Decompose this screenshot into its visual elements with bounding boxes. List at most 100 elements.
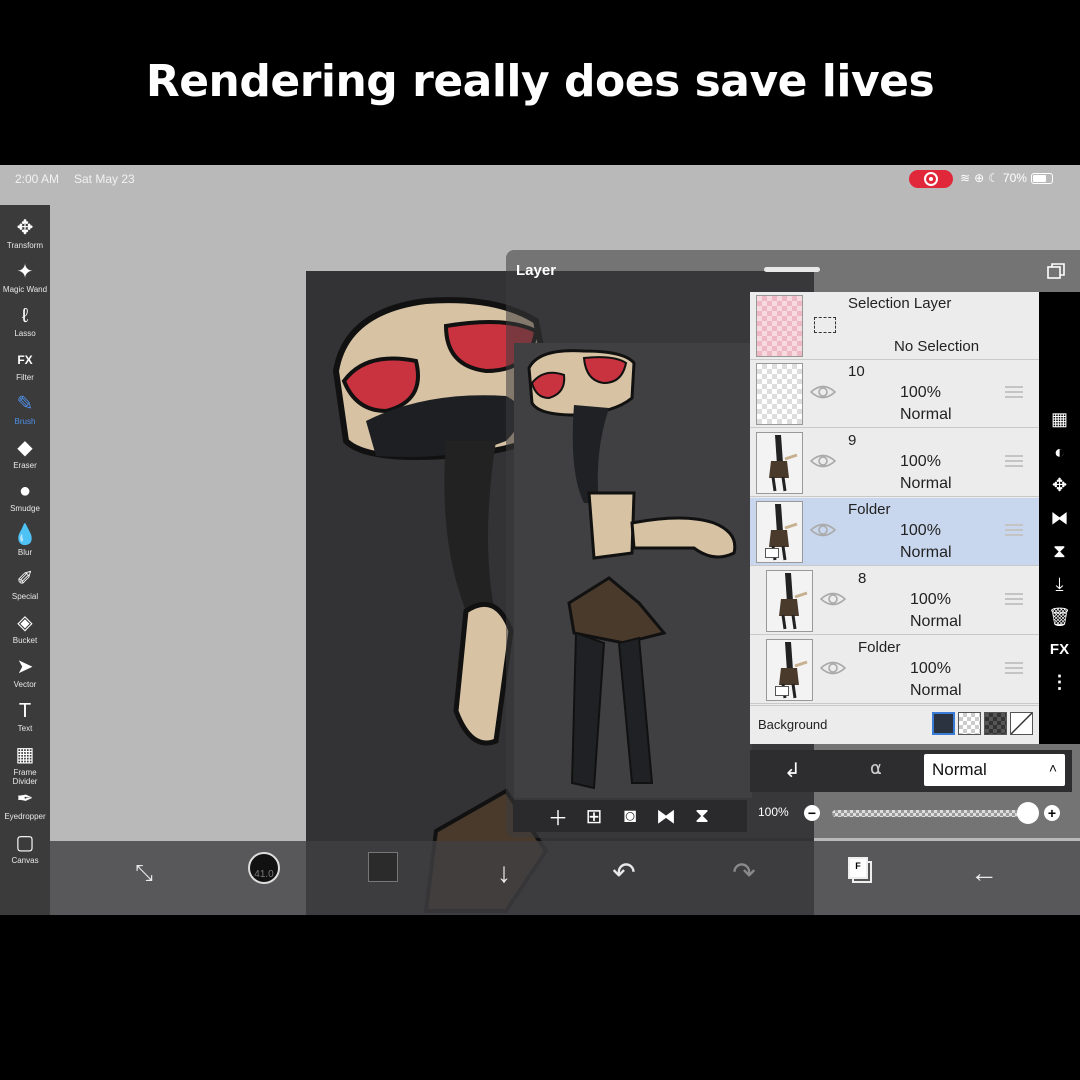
tool-special[interactable]: ✐ Special <box>0 566 50 610</box>
eye-icon[interactable] <box>820 660 846 676</box>
screen-record-indicator[interactable] <box>909 170 953 188</box>
record-icon <box>924 172 938 186</box>
color-picker-button[interactable] <box>368 852 398 882</box>
tool-label: Vector <box>13 680 37 689</box>
drag-handle-icon[interactable] <box>1005 593 1023 607</box>
layer-opacity: 100% <box>900 522 941 539</box>
tool-transform[interactable]: ✥ Transform <box>0 215 50 259</box>
tool-eyedropper[interactable]: ✒ Eyedropper <box>0 786 50 830</box>
quick-actions-icon[interactable]: ⤡ <box>124 853 164 893</box>
filter-icon: FX <box>17 352 33 367</box>
opacity-label: 100% <box>758 805 789 819</box>
tool-smudge[interactable]: ● Smudge <box>0 478 50 522</box>
tool-magic-wand[interactable]: ✦ Magic Wand <box>0 259 50 303</box>
brush-size-button[interactable]: 41.0 <box>248 852 280 884</box>
opacity-slider[interactable] <box>832 810 1028 817</box>
bucket-icon: ◈ <box>17 612 33 635</box>
drag-handle-icon[interactable] <box>1005 662 1023 676</box>
trash-icon[interactable]: 🗑 <box>1039 607 1080 628</box>
down-arrow-icon[interactable]: ↓ <box>484 853 524 893</box>
preview-toolbar: ＋ ⊞ ◙ ⧓ ⧗ <box>513 800 747 832</box>
undo-icon[interactable]: ↶ <box>604 853 644 893</box>
bottom-toolbar: ⤡ 41.0 ↓ ↶ ↷ F ← <box>50 841 1080 915</box>
back-arrow-icon[interactable]: ← <box>964 853 1004 893</box>
blend-mode-select[interactable]: Normal ˄ <box>924 754 1065 786</box>
opacity-decrease-button[interactable]: − <box>804 805 820 821</box>
tool-frame-divider[interactable]: ▦ Frame Divider <box>0 742 50 786</box>
window-restore-icon[interactable] <box>1047 263 1065 279</box>
tool-eraser[interactable]: ◆ Eraser <box>0 435 50 479</box>
tool-text[interactable]: T Text <box>0 698 50 742</box>
vector-icon: ➤ <box>16 656 34 678</box>
layer-name: 8 <box>858 570 867 587</box>
layer-row[interactable]: 10 100% Normal <box>750 360 1039 428</box>
layer-side-toolbar: ▦ ◐ ✥ ⧓ ⧗ ⤓ 🗑 FX ⋮ <box>1039 292 1080 744</box>
eye-icon[interactable] <box>820 591 846 607</box>
tool-label: Brush <box>14 416 36 426</box>
tool-vector[interactable]: ➤ Vector <box>0 654 50 698</box>
bg-swatch-transparent[interactable] <box>958 712 981 735</box>
add-layer-icon[interactable]: ＋ <box>547 802 569 831</box>
chevron-up-icon: ˄ <box>1048 760 1057 776</box>
status-date: Sat May 23 <box>74 172 135 186</box>
tool-canvas[interactable]: ▢ Canvas <box>0 830 50 874</box>
selection-state: No Selection <box>894 338 980 355</box>
half-circle-icon[interactable]: ◐ <box>1039 442 1080 463</box>
merge-down-icon[interactable]: ⤓ <box>1039 574 1080 595</box>
layer-row[interactable]: Folder 100% Normal <box>750 498 1039 566</box>
tool-filter[interactable]: FX Filter <box>0 347 50 391</box>
eye-icon[interactable] <box>810 522 836 538</box>
camera-icon[interactable]: ◙ <box>619 805 641 828</box>
checker-icon[interactable]: ▦ <box>1039 409 1080 430</box>
tool-lasso[interactable]: ℓ Lasso <box>0 303 50 347</box>
eyedropper-icon: ✒ <box>16 787 34 810</box>
background-label: Background <box>758 717 828 732</box>
canvas-icon: ▢ <box>15 831 35 854</box>
drag-handle-icon[interactable] <box>1005 455 1023 469</box>
battery-percent: 70% <box>1002 171 1027 185</box>
lasso-icon: ℓ <box>21 304 29 327</box>
layer-row[interactable]: 8 100% Normal <box>750 567 1039 635</box>
flip-vertical-icon[interactable]: ⧗ <box>691 805 713 828</box>
flip-vertical-icon[interactable]: ⧗ <box>1039 541 1080 562</box>
panel-drag-handle[interactable] <box>764 267 820 272</box>
duplicate-layer-icon[interactable]: ⊞ <box>583 804 605 829</box>
layer-thumbnail <box>756 501 803 563</box>
layer-opacity: 100% <box>910 591 951 608</box>
layer-blend-mode: Normal <box>910 613 962 630</box>
smudge-icon: ● <box>18 480 32 503</box>
layer-row[interactable]: 9 100% Normal <box>750 429 1039 497</box>
drag-handle-icon[interactable] <box>1005 386 1023 400</box>
bg-swatch-none[interactable] <box>1010 712 1033 735</box>
selection-layer-name: Selection Layer <box>848 295 952 312</box>
tool-bucket[interactable]: ◈ Bucket <box>0 610 50 654</box>
redo-icon[interactable]: ↷ <box>724 853 764 893</box>
tool-blur[interactable]: 💧 Blur <box>0 522 50 566</box>
bg-swatch-dark-checker[interactable] <box>984 712 1007 735</box>
eye-icon[interactable] <box>810 453 836 469</box>
selection-layer-row[interactable]: Selection Layer No Selection <box>750 292 1039 360</box>
opacity-increase-button[interactable]: + <box>1044 805 1060 821</box>
transform-icon: ✥ <box>16 217 34 239</box>
more-icon[interactable]: ⋮ <box>1039 672 1080 693</box>
tool-brush[interactable]: ✎ Brush <box>0 391 50 435</box>
clipping-icon[interactable]: ↲ <box>784 758 801 783</box>
flip-horizontal-icon[interactable]: ⧓ <box>655 804 677 829</box>
layers-button[interactable]: F <box>844 853 884 893</box>
alpha-lock-icon[interactable]: ⍺ <box>870 758 882 779</box>
eye-icon[interactable] <box>810 384 836 400</box>
bg-swatch-color[interactable] <box>932 712 955 735</box>
video-caption: Rendering really does save lives <box>145 56 935 107</box>
text-icon: T <box>18 699 32 722</box>
special-icon: ✐ <box>16 568 34 591</box>
battery-icon <box>1030 172 1053 184</box>
move-icon[interactable]: ✥ <box>1039 475 1080 496</box>
fx-icon[interactable]: FX <box>1039 641 1080 658</box>
background-row[interactable]: Background <box>750 705 1039 742</box>
flip-horizontal-icon[interactable]: ⧓ <box>1039 508 1080 529</box>
layer-blend-mode: Normal <box>900 544 952 561</box>
drag-handle-icon[interactable] <box>1005 524 1023 538</box>
layer-row[interactable]: Folder 100% Normal <box>750 636 1039 704</box>
opacity-slider-knob[interactable] <box>1017 802 1039 824</box>
layer-thumbnail <box>756 363 803 425</box>
